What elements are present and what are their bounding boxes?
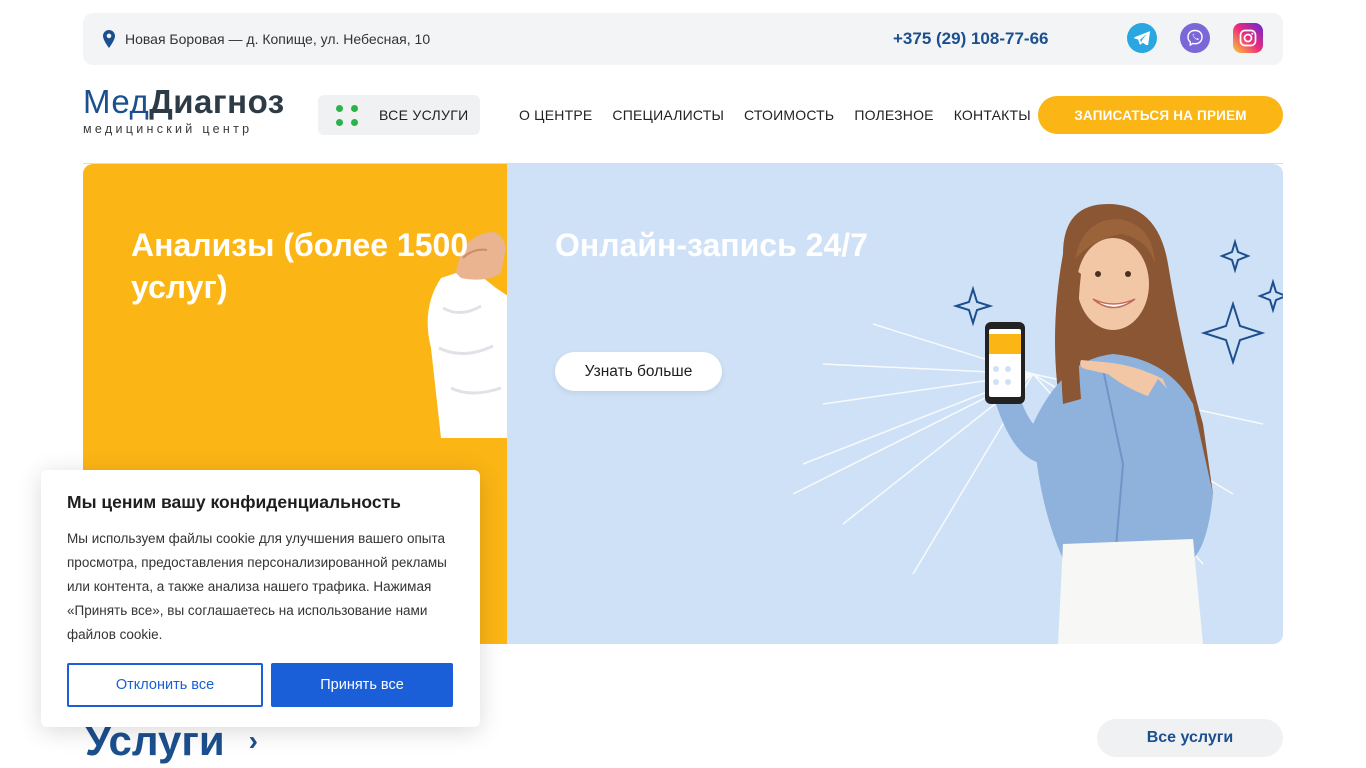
phone-link[interactable]: +375 (29) 108-77-66	[893, 13, 1048, 65]
decline-all-button[interactable]: Отклонить все	[67, 663, 263, 707]
all-services-menu-button[interactable]: ВСЕ УСЛУГИ	[318, 95, 480, 135]
promo-illustration	[792, 204, 1283, 644]
logo[interactable]: МедДиагноз медицинский центр	[83, 84, 303, 142]
logo-wordmark: МедДиагноз	[83, 84, 303, 120]
top-info-bar: Новая Боровая — д. Копище, ул. Небесная,…	[83, 13, 1283, 65]
nav-item-useful[interactable]: ПОЛЕЗНОЕ	[854, 107, 933, 123]
logo-part-1: Мед	[83, 83, 150, 120]
instagram-icon[interactable]	[1233, 23, 1263, 53]
all-services-label: ВСЕ УСЛУГИ	[379, 107, 469, 123]
banner-analyses-title: Анализы (более 1500 услуг)	[131, 227, 469, 305]
nav-item-specialists[interactable]: СПЕЦИАЛИСТЫ	[612, 107, 724, 123]
address-text: Новая Боровая — д. Копище, ул. Небесная,…	[125, 31, 431, 47]
telegram-icon[interactable]	[1127, 23, 1157, 53]
main-nav: О ЦЕНТРЕ СПЕЦИАЛИСТЫ СТОИМОСТЬ ПОЛЕЗНОЕ …	[519, 95, 1031, 135]
page: Новая Боровая — д. Копище, ул. Небесная,…	[0, 0, 1366, 768]
cookie-consent-dialog: Мы ценим вашу конфиденциальность Мы испо…	[41, 470, 480, 727]
nav-item-contacts[interactable]: КОНТАКТЫ	[954, 107, 1031, 123]
nav-item-prices[interactable]: СТОИМОСТЬ	[744, 107, 834, 123]
all-services-button[interactable]: Все услуги	[1097, 719, 1283, 757]
cookie-text: Мы используем файлы cookie для улучшения…	[67, 531, 447, 642]
book-appointment-button[interactable]: ЗАПИСАТЬСЯ НА ПРИЕМ	[1038, 96, 1283, 134]
banner-online-booking[interactable]: Онлайн-запись 24/7 Узнать больше	[507, 164, 1283, 644]
viber-icon[interactable]	[1180, 23, 1210, 53]
logo-part-2: Диагноз	[149, 83, 285, 120]
location-pin-icon	[103, 30, 115, 48]
grid-dots-icon	[336, 104, 359, 126]
address-block: Новая Боровая — д. Копище, ул. Небесная,…	[103, 13, 430, 65]
cookie-title: Мы ценим вашу конфиденциальность	[67, 492, 401, 512]
logo-subtitle: медицинский центр	[83, 122, 253, 136]
learn-more-button[interactable]: Узнать больше	[555, 352, 722, 391]
nav-item-about[interactable]: О ЦЕНТРЕ	[519, 107, 592, 123]
accept-all-button[interactable]: Принять все	[271, 663, 453, 707]
